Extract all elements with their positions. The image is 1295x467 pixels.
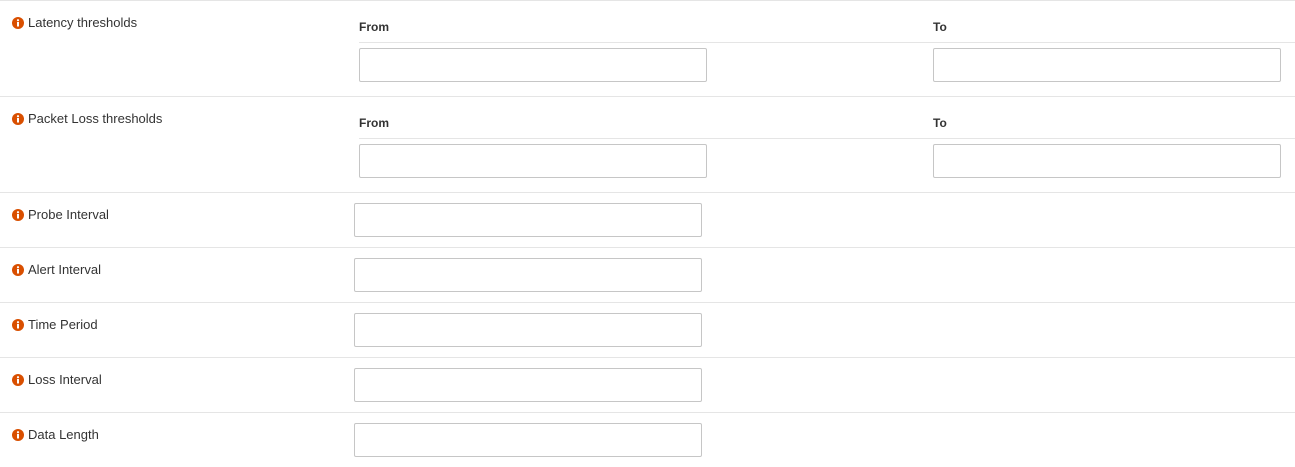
info-icon[interactable] (12, 428, 24, 441)
alert-interval-label: Alert Interval (12, 262, 101, 277)
to-column-header: To (933, 20, 947, 34)
field-label: Latency thresholds (28, 15, 138, 30)
time-period-input[interactable] (354, 313, 702, 347)
time-period-label: Time Period (12, 317, 98, 332)
loss-interval-row: Loss Interval (0, 357, 1295, 412)
probe-interval-row: Probe Interval (0, 192, 1295, 247)
info-icon[interactable] (12, 112, 24, 125)
packet-loss-thresholds-label: Packet Loss thresholds (12, 111, 162, 126)
info-icon[interactable] (12, 208, 24, 221)
data-length-input[interactable] (354, 423, 702, 457)
field-label: Alert Interval (28, 262, 101, 277)
loss-interval-label: Loss Interval (12, 372, 102, 387)
packet-loss-thresholds-row: Packet Loss thresholds From To (0, 96, 1295, 192)
probe-interval-label: Probe Interval (12, 207, 109, 222)
field-label: Loss Interval (28, 372, 102, 387)
latency-thresholds-label: Latency thresholds (12, 15, 137, 30)
divider (359, 42, 1295, 43)
latency-from-input[interactable] (359, 48, 707, 82)
packet-loss-from-input[interactable] (359, 144, 707, 178)
divider (359, 138, 1295, 139)
from-column-header: From (359, 116, 389, 130)
info-icon[interactable] (12, 373, 24, 386)
probe-interval-input[interactable] (354, 203, 702, 237)
time-period-row: Time Period (0, 302, 1295, 357)
from-column-header: From (359, 20, 389, 34)
to-column-header: To (933, 116, 947, 130)
info-icon[interactable] (12, 318, 24, 331)
field-label: Probe Interval (28, 207, 109, 222)
packet-loss-to-input[interactable] (933, 144, 1281, 178)
field-label: Time Period (28, 317, 98, 332)
monitor-settings-form: Latency thresholds From To Packet Loss t… (0, 0, 1295, 467)
info-icon[interactable] (12, 16, 24, 29)
loss-interval-input[interactable] (354, 368, 702, 402)
data-length-label: Data Length (12, 427, 99, 442)
latency-thresholds-row: Latency thresholds From To (0, 0, 1295, 96)
info-icon[interactable] (12, 263, 24, 276)
latency-to-input[interactable] (933, 48, 1281, 82)
field-label: Data Length (28, 427, 99, 442)
alert-interval-row: Alert Interval (0, 247, 1295, 302)
data-length-row: Data Length (0, 412, 1295, 467)
field-label: Packet Loss thresholds (28, 111, 163, 126)
alert-interval-input[interactable] (354, 258, 702, 292)
